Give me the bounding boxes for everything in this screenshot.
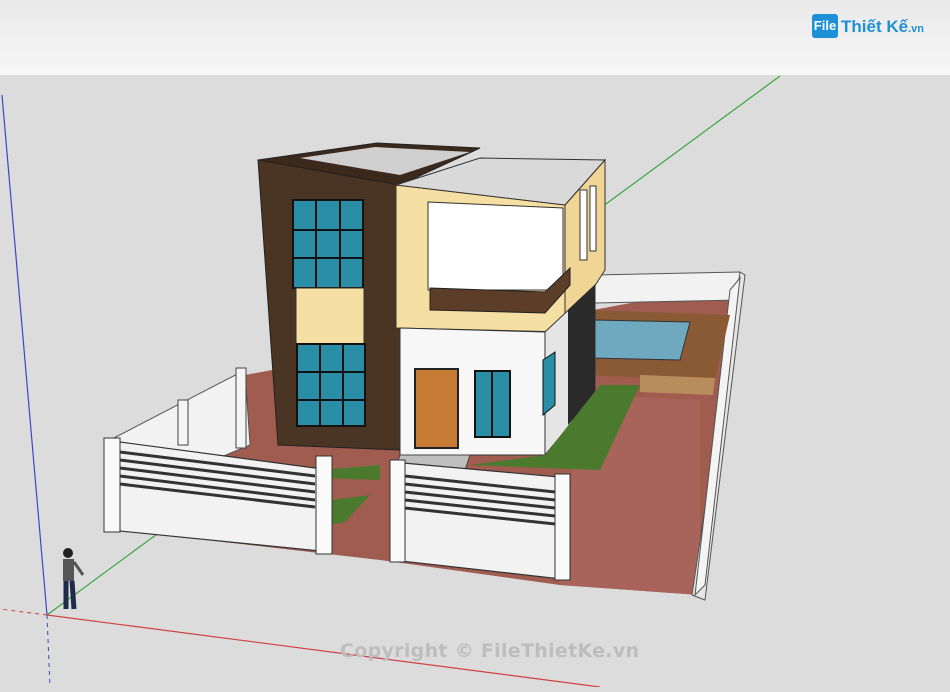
side-window	[542, 351, 556, 417]
logo-mark: File	[812, 14, 838, 38]
fence-pillar-left	[103, 437, 121, 533]
tower-window-top	[292, 199, 364, 289]
front-door	[414, 368, 459, 449]
logo-main-text: Thiết Kế	[841, 17, 909, 36]
fence-pillar-mid	[315, 455, 333, 555]
sketchup-viewport[interactable]: File Thiết Kế.vn Copyright © FileThietKe…	[0, 0, 950, 688]
brand-logo: File Thiết Kế.vn	[812, 12, 932, 42]
balcony-opening	[427, 201, 564, 291]
fence-right	[391, 461, 571, 581]
tower-cream-panel	[295, 287, 365, 345]
pool	[589, 319, 691, 361]
upper-side-window-2	[589, 185, 597, 252]
fence-pillar-right-b	[554, 473, 571, 581]
logo-domain-text: .vn	[908, 23, 924, 35]
model-view	[0, 0, 950, 688]
pool-steps	[640, 375, 715, 395]
back-wall	[594, 271, 741, 304]
copyright-watermark: Copyright © FileThietKe.vn	[340, 640, 640, 662]
left-wall-pillar-2	[177, 399, 189, 446]
tower-window-bottom	[296, 343, 366, 427]
left-wall-pillar	[235, 367, 247, 449]
logo-text: Thiết Kế.vn	[841, 17, 924, 37]
fence-pillar-right-a	[389, 459, 406, 563]
sky	[0, 0, 950, 75]
upper-side-window	[579, 189, 588, 261]
